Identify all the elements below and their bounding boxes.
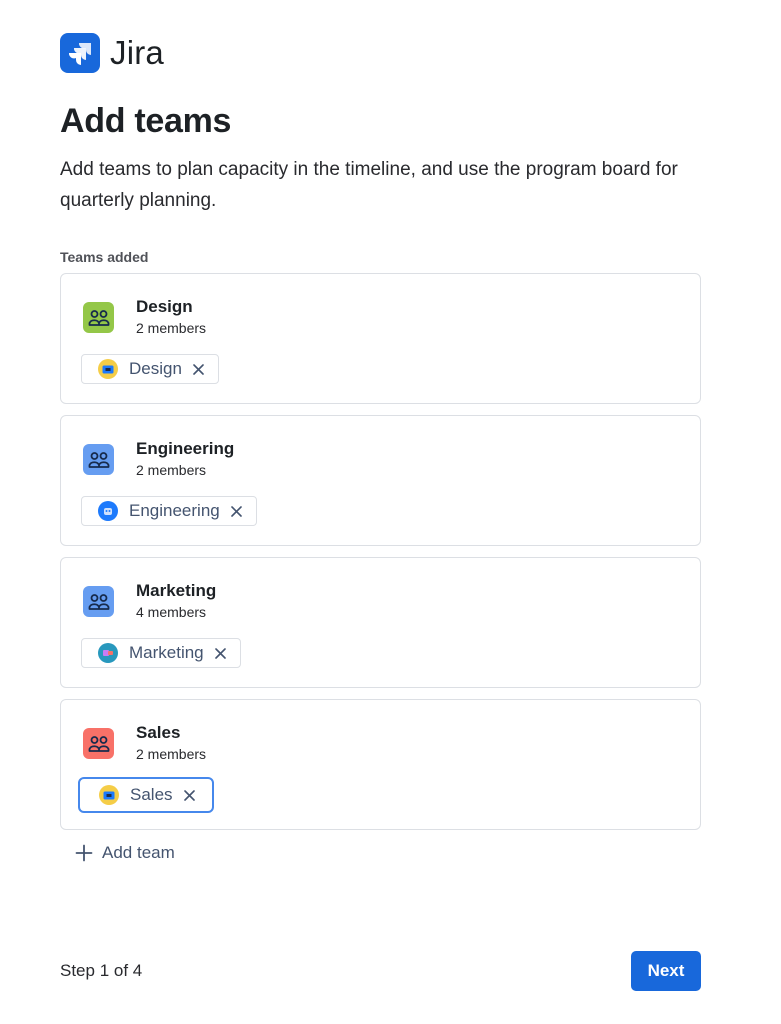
close-icon[interactable] (214, 646, 228, 660)
tag-label: Engineering (129, 501, 220, 520)
tag-label: Marketing (129, 643, 204, 662)
page-title: Add teams (60, 102, 232, 140)
jira-logo-icon (60, 33, 100, 73)
team-tag-engineering[interactable]: Engineering (81, 496, 257, 526)
tag-label: Sales (130, 785, 173, 804)
app-name: Jira (110, 34, 164, 71)
team-name: Marketing (136, 581, 217, 600)
team-card-sales: Sales 2 members Sales (60, 699, 701, 830)
next-button[interactable]: Next (631, 951, 701, 991)
team-member-count: 2 members (136, 746, 207, 762)
close-icon[interactable] (192, 362, 206, 376)
team-tag-design[interactable]: Design (81, 354, 219, 384)
team-people-icon (83, 444, 114, 475)
jira-logo: Jira (60, 33, 164, 73)
teams-added-label: Teams added (60, 249, 149, 265)
team-name: Engineering (136, 439, 235, 458)
sales-team-icon (99, 785, 119, 805)
engineering-team-icon (98, 501, 118, 521)
close-icon[interactable] (183, 788, 197, 802)
close-icon[interactable] (230, 504, 244, 518)
team-tag-sales[interactable]: Sales (78, 777, 214, 813)
team-member-count: 2 members (136, 320, 207, 336)
add-team-button[interactable]: Add team (75, 843, 175, 863)
plus-icon (75, 844, 93, 862)
team-card-marketing: Marketing 4 members Marketing (60, 557, 701, 688)
team-name: Sales (136, 723, 181, 742)
team-member-count: 2 members (136, 462, 207, 478)
team-card-design: Design 2 members Design (60, 273, 701, 404)
team-people-icon (83, 586, 114, 617)
marketing-team-icon (98, 643, 118, 663)
team-name: Design (136, 297, 193, 316)
tag-label: Design (129, 359, 182, 378)
team-card-engineering: Engineering 2 members Engineering (60, 415, 701, 546)
team-tag-marketing[interactable]: Marketing (81, 638, 241, 668)
team-member-count: 4 members (136, 604, 207, 620)
page-description: Add teams to plan capacity in the timeli… (60, 159, 678, 211)
team-people-icon (83, 728, 114, 759)
team-list: Design 2 members Design Engineering 2 me… (60, 273, 701, 841)
team-people-icon (83, 302, 114, 333)
add-team-label: Add team (102, 843, 175, 862)
design-team-icon (98, 359, 118, 379)
step-indicator: Step 1 of 4 (60, 961, 143, 980)
